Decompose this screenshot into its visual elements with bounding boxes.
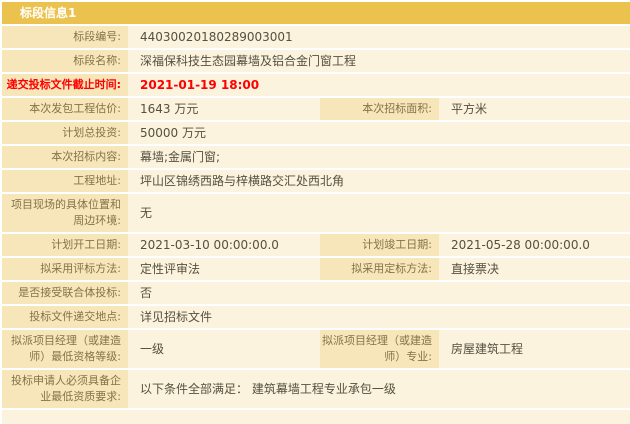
table-row-submission-deadline: 递交投标文件截止时间: 2021-01-19 18:00 xyxy=(2,74,630,96)
field-label: 拟采用评标方法: xyxy=(2,258,128,280)
field-value: 坪山区锦绣西路与梓横路交汇处西北角 xyxy=(128,170,630,192)
field-value: 平方米 xyxy=(439,98,630,120)
field-value: 否 xyxy=(128,282,630,304)
table-row-section-name: 标段名称: 深福保科技生态园幕墙及铝合金门窗工程 xyxy=(2,50,630,72)
bid-section-table: 标段信息1 标段编号: 44030020180289003001 标段名称: 深… xyxy=(0,0,630,424)
field-label: 工程地址: xyxy=(2,170,128,192)
field-label: 投标申请人必须具备企业最低资质要求: xyxy=(2,370,128,408)
field-value: 房屋建筑工程 xyxy=(439,330,630,368)
field-label: 递交投标文件截止时间: xyxy=(2,74,128,96)
field-label: 计划竣工日期: xyxy=(320,234,439,256)
field-value: 无 xyxy=(128,194,630,232)
table-row-project-address: 工程地址: 坪山区锦绣西路与梓横路交汇处西北角 xyxy=(2,170,630,192)
field-label: 本次发包工程估价: xyxy=(2,98,128,120)
field-label: 是否接受联合体投标: xyxy=(2,282,128,304)
field-value: 直接票决 xyxy=(439,258,630,280)
field-value: 以下条件全部满足： 建筑幕墙工程专业承包一级 xyxy=(128,370,630,408)
field-label: 标段编号: xyxy=(2,26,128,48)
field-label: 本次招标内容: xyxy=(2,146,128,168)
table-row-project-manager: 拟派项目经理（或建造师）最低资格等级: 一级 拟派项目经理（或建造师）专业: 房… xyxy=(2,330,630,368)
field-label: 投标文件递交地点: xyxy=(2,306,128,328)
table-row-qualification-requirements: 投标申请人必须具备企业最低资质要求: 以下条件全部满足： 建筑幕墙工程专业承包一… xyxy=(2,370,630,408)
partial-next-row xyxy=(2,410,630,424)
field-value: 2021-05-28 00:00:00.0 xyxy=(439,234,630,256)
field-value: 一级 xyxy=(128,330,320,368)
table-row-section-number: 标段编号: 44030020180289003001 xyxy=(2,26,630,48)
field-label: 拟派项目经理（或建造师）最低资格等级: xyxy=(2,330,128,368)
table-row-submission-place: 投标文件递交地点: 详见招标文件 xyxy=(2,306,630,328)
field-value: 1643 万元 xyxy=(128,98,320,120)
field-label: 标段名称: xyxy=(2,50,128,72)
field-value: 定性评审法 xyxy=(128,258,320,280)
field-value: 50000 万元 xyxy=(128,122,630,144)
field-label: 计划开工日期: xyxy=(2,234,128,256)
field-value: 深福保科技生态园幕墙及铝合金门窗工程 xyxy=(128,50,630,72)
table-row-consortium-bid: 是否接受联合体投标: 否 xyxy=(2,282,630,304)
field-label: 拟派项目经理（或建造师）专业: xyxy=(320,330,439,368)
table-row-tender-content: 本次招标内容: 幕墙;金属门窗; xyxy=(2,146,630,168)
table-row-total-investment: 计划总投资: 50000 万元 xyxy=(2,122,630,144)
field-value: 详见招标文件 xyxy=(128,306,630,328)
field-label: 计划总投资: xyxy=(2,122,128,144)
field-label: 拟采用定标方法: xyxy=(320,258,439,280)
field-label: 本次招标面积: xyxy=(320,98,439,120)
field-value: 44030020180289003001 xyxy=(128,26,630,48)
table-row-evaluation-methods: 拟采用评标方法: 定性评审法 拟采用定标方法: 直接票决 xyxy=(2,258,630,280)
field-value: 2021-03-10 00:00:00.0 xyxy=(128,234,320,256)
section-header-title: 标段信息1 xyxy=(2,2,630,24)
table-row-site-location: 项目现场的具体位置和周边环境: 无 xyxy=(2,194,630,232)
table-row-estimate-and-area: 本次发包工程估价: 1643 万元 本次招标面积: 平方米 xyxy=(2,98,630,120)
field-value: 2021-01-19 18:00 xyxy=(128,74,630,96)
field-value: 幕墙;金属门窗; xyxy=(128,146,630,168)
field-label: 项目现场的具体位置和周边环境: xyxy=(2,194,128,232)
table-row-start-end-dates: 计划开工日期: 2021-03-10 00:00:00.0 计划竣工日期: 20… xyxy=(2,234,630,256)
